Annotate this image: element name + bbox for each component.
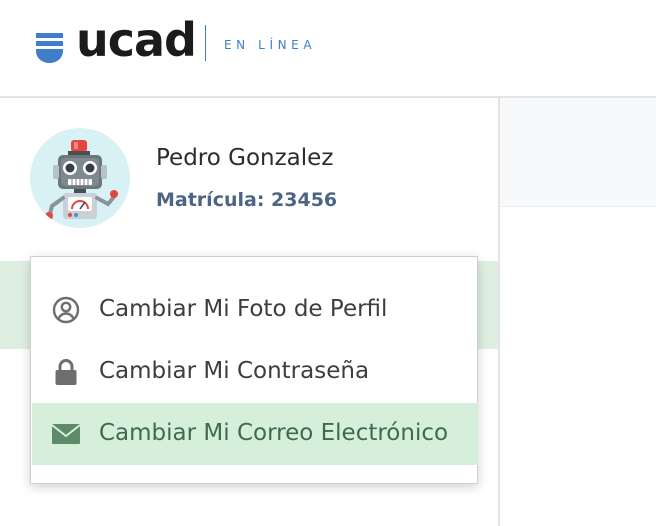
menu-item-label: Cambiar Mi Foto de Perfil <box>99 296 388 322</box>
menu-item-change-password[interactable]: Cambiar Mi Contraseña <box>32 341 478 403</box>
user-matricula: Matrícula: 23456 <box>156 189 338 211</box>
top-header: ucad EN LÍNEA <box>0 0 656 98</box>
menu-item-label: Cambiar Mi Correo Electrónico <box>99 420 449 446</box>
menu-item-change-email[interactable]: Cambiar Mi Correo Electrónico <box>32 403 478 465</box>
menu-item-label: Cambiar Mi Contraseña <box>99 358 370 384</box>
user-circle-icon <box>52 296 80 324</box>
logo-divider <box>205 25 206 61</box>
menu-item-change-photo[interactable]: Cambiar Mi Foto de Perfil <box>32 279 478 341</box>
main-content-header <box>500 98 656 207</box>
brand-logo[interactable]: ucad <box>76 10 197 70</box>
user-name: Pedro Gonzalez <box>156 145 334 171</box>
robot-avatar-icon <box>45 140 118 220</box>
shield-logo-icon <box>36 33 63 63</box>
main-content-area <box>500 98 656 526</box>
brand-tagline: EN LÍNEA <box>224 38 317 52</box>
profile-dropdown-menu: Cambiar Mi Foto de Perfil Cambiar Mi Con… <box>30 256 478 484</box>
envelope-icon <box>52 424 80 444</box>
lock-icon <box>55 359 77 385</box>
avatar[interactable] <box>30 128 130 228</box>
